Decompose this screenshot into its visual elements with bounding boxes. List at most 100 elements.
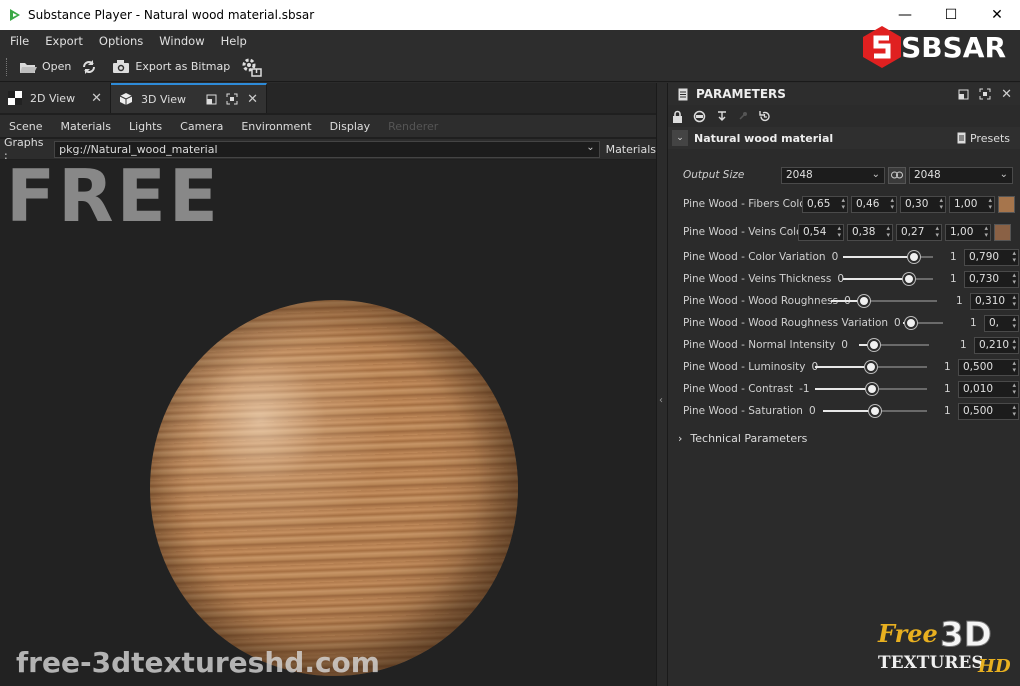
- spinner-icon[interactable]: ▴ ▾: [841, 197, 845, 211]
- slider-handle[interactable]: [908, 251, 921, 263]
- slider-track[interactable]: [823, 405, 927, 417]
- veins-color-swatch[interactable]: [994, 223, 1011, 241]
- fibers-r-input[interactable]: 0,65 ▴ ▾: [802, 195, 848, 213]
- chevron-down-icon: ⌄: [871, 168, 880, 180]
- slider-handle[interactable]: [865, 361, 877, 373]
- spinner-icon[interactable]: ▴ ▾: [1012, 250, 1016, 264]
- reload-button[interactable]: [81, 59, 102, 75]
- slider-value-input[interactable]: 0,310 ▴ ▾: [970, 292, 1019, 310]
- veins-b-input[interactable]: 0,27 ▴ ▾: [896, 223, 942, 241]
- free-overlay-text: FREE: [6, 160, 221, 238]
- export-settings-button[interactable]: [240, 56, 267, 78]
- fibers-color-swatch[interactable]: [998, 195, 1015, 213]
- chevron-left-icon[interactable]: ‹: [659, 395, 663, 406]
- nav-lights[interactable]: Lights: [120, 120, 171, 133]
- spinner-icon[interactable]: ▴ ▾: [939, 197, 943, 211]
- slider-track[interactable]: [843, 273, 933, 285]
- menu-file[interactable]: File: [2, 34, 37, 48]
- slider-track[interactable]: [859, 339, 929, 351]
- nav-scene[interactable]: Scene: [0, 120, 52, 133]
- output-height-select[interactable]: 2048 ⌄: [909, 166, 1013, 184]
- spinner-icon[interactable]: ▴ ▾: [1012, 294, 1016, 308]
- menu-export[interactable]: Export: [37, 34, 91, 48]
- fibers-g-input[interactable]: 0,46 ▴ ▾: [851, 195, 897, 213]
- material-preview-sphere[interactable]: [150, 300, 518, 676]
- nav-display[interactable]: Display: [321, 120, 380, 133]
- randomize-icon[interactable]: [693, 110, 706, 123]
- output-width-select[interactable]: 2048 ⌄: [781, 166, 885, 184]
- slider-track[interactable]: [815, 361, 927, 373]
- menu-options[interactable]: Options: [91, 34, 151, 48]
- nav-camera[interactable]: Camera: [171, 120, 232, 133]
- spinner-icon[interactable]: ▴ ▾: [837, 225, 841, 239]
- nav-environment[interactable]: Environment: [232, 120, 320, 133]
- veins-r-input[interactable]: 0,54 ▴ ▾: [798, 223, 844, 241]
- presets-button[interactable]: Presets: [957, 132, 1010, 145]
- fibers-b-input[interactable]: 0,30 ▴ ▾: [900, 195, 946, 213]
- graphs-select[interactable]: pkg://Natural_wood_material ⌄: [54, 140, 600, 158]
- slider-track[interactable]: [903, 317, 943, 329]
- slider-value-input[interactable]: 0,790 ▴ ▾: [964, 248, 1019, 266]
- slider-value-input[interactable]: 0,010 ▴ ▾: [958, 380, 1019, 398]
- tab-2d-view[interactable]: 2D View ✕: [0, 83, 111, 113]
- close-2d-view-icon[interactable]: ✕: [91, 91, 102, 106]
- chevron-down-icon[interactable]: ⌄: [672, 130, 688, 146]
- tab-3d-view[interactable]: 3D View ✕: [110, 83, 267, 113]
- spinner-icon[interactable]: ▴ ▾: [1012, 272, 1016, 286]
- veins-a-value: 1,00: [950, 226, 974, 238]
- spinner-icon[interactable]: ▴ ▾: [984, 225, 988, 239]
- pane-splitter[interactable]: ‹: [656, 83, 668, 686]
- slider-handle[interactable]: [865, 383, 878, 395]
- reset-history-icon[interactable]: [758, 110, 771, 123]
- veins-color-label: Pine Wood - Veins Color: [683, 226, 807, 238]
- spinner-icon[interactable]: ▴ ▾: [1012, 338, 1016, 352]
- spinner-icon[interactable]: ▴ ▾: [1012, 360, 1016, 374]
- restore-icon[interactable]: [958, 89, 969, 100]
- materials-link[interactable]: Materials: [606, 143, 656, 156]
- slider-handle[interactable]: [857, 295, 870, 307]
- slider-handle[interactable]: [905, 317, 917, 329]
- link-params-icon[interactable]: [716, 110, 728, 122]
- nav-materials[interactable]: Materials: [52, 120, 120, 133]
- veins-g-value: 0,38: [852, 226, 876, 238]
- slider-track[interactable]: [843, 251, 933, 263]
- slider-value-input[interactable]: 0, ▴ ▾: [984, 314, 1019, 332]
- close-parameters-icon[interactable]: ✕: [1001, 87, 1012, 102]
- toolbar-grip[interactable]: [6, 57, 9, 76]
- export-bitmap-button[interactable]: Export as Bitmap: [112, 59, 230, 74]
- 3d-viewport[interactable]: FREE free-3dtextureshd.com: [0, 160, 656, 686]
- veins-a-input[interactable]: 1,00 ▴ ▾: [945, 223, 991, 241]
- slider-value-input[interactable]: 0,730 ▴ ▾: [964, 270, 1019, 288]
- slider-handle[interactable]: [867, 339, 880, 351]
- close-3d-view-icon[interactable]: ✕: [247, 92, 258, 107]
- slider-value-input[interactable]: 0,500 ▴ ▾: [958, 358, 1019, 376]
- link-size-button[interactable]: [888, 166, 906, 184]
- spinner-icon[interactable]: ▴ ▾: [886, 225, 890, 239]
- technical-parameters-toggle[interactable]: › Technical Parameters: [678, 432, 807, 445]
- slider-handle[interactable]: [902, 273, 915, 285]
- fit-view-icon[interactable]: [226, 93, 238, 105]
- slider-value-input[interactable]: 0,500 ▴ ▾: [958, 402, 1019, 420]
- fibers-a-input[interactable]: 1,00 ▴ ▾: [949, 195, 995, 213]
- veins-g-input[interactable]: 0,38 ▴ ▾: [847, 223, 893, 241]
- refresh-icon: [83, 59, 96, 74]
- open-button[interactable]: Open: [19, 60, 71, 74]
- slider-row: Pine Wood - Veins Thickness 0 1 0,730 ▴ ▾: [683, 268, 1020, 290]
- spinner-icon[interactable]: ▴ ▾: [1012, 382, 1016, 396]
- slider-track[interactable]: [831, 295, 937, 307]
- spinner-icon[interactable]: ▴ ▾: [988, 197, 992, 211]
- slider-handle[interactable]: [869, 405, 881, 417]
- spinner-icon[interactable]: ▴ ▾: [890, 197, 894, 211]
- fit-view-icon[interactable]: [979, 88, 991, 100]
- fibers-color-label: Pine Wood - Fibers Color: [683, 198, 811, 210]
- slider-value-input[interactable]: 0,210 ▴ ▾: [974, 336, 1019, 354]
- lock-icon[interactable]: [672, 110, 683, 123]
- menu-help[interactable]: Help: [213, 34, 255, 48]
- spinner-icon[interactable]: ▴ ▾: [1012, 316, 1016, 330]
- slider-track[interactable]: [815, 383, 927, 395]
- spinner-icon[interactable]: ▴ ▾: [1012, 404, 1016, 418]
- spinner-icon[interactable]: ▴ ▾: [935, 225, 939, 239]
- material-section-header[interactable]: ⌄ Natural wood material Presets: [668, 127, 1020, 149]
- restore-icon[interactable]: [206, 94, 217, 105]
- menu-window[interactable]: Window: [151, 34, 212, 48]
